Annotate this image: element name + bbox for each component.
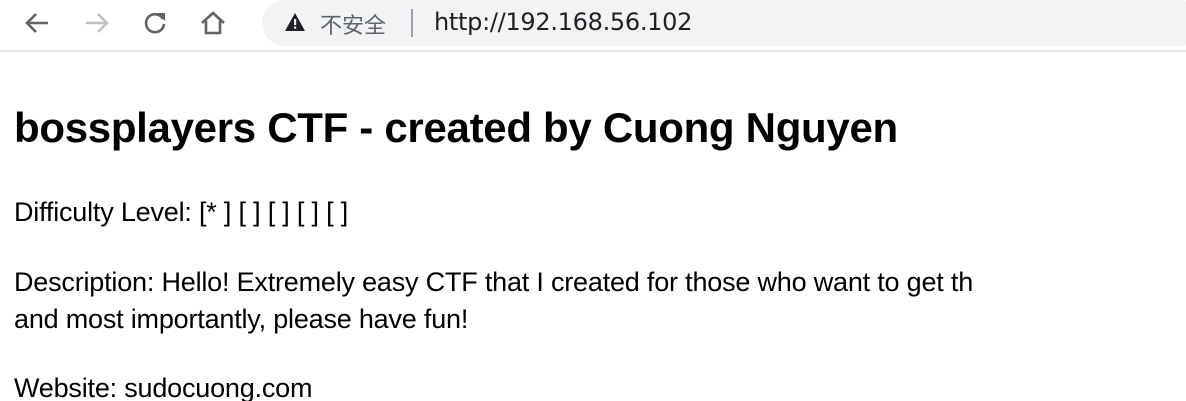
browser-toolbar: 不安全 http://192.168.56.102 [0, 0, 1186, 52]
description: Description: Hello! Extremely easy CTF t… [14, 264, 973, 338]
description-line-1: Description: Hello! Extremely easy CTF t… [14, 267, 974, 297]
home-button[interactable] [196, 6, 230, 40]
address-bar[interactable]: 不安全 http://192.168.56.102 [262, 0, 1186, 46]
reload-button[interactable] [138, 6, 172, 40]
forward-arrow-icon [86, 13, 109, 33]
difficulty-text: Difficulty Level: [* ] [ ] [ ] [ ] [ ] [14, 197, 349, 227]
security-status-label[interactable]: 不安全 [320, 8, 386, 40]
back-arrow-icon [25, 13, 48, 33]
website-text: Website: sudocuong.com [14, 373, 313, 401]
description-line-2: and most importantly, please have fun! [14, 304, 469, 334]
reload-icon [144, 12, 166, 34]
home-icon [201, 11, 225, 35]
warning-icon[interactable] [284, 12, 306, 32]
page-title: bossplayers CTF - created by Cuong Nguye… [14, 104, 898, 151]
forward-button[interactable] [80, 6, 114, 40]
omnibox-divider [411, 9, 413, 37]
url-text[interactable]: http://192.168.56.102 [434, 8, 692, 36]
back-button[interactable] [20, 6, 54, 40]
page-content: bossplayers CTF - created by Cuong Nguye… [14, 98, 1186, 401]
